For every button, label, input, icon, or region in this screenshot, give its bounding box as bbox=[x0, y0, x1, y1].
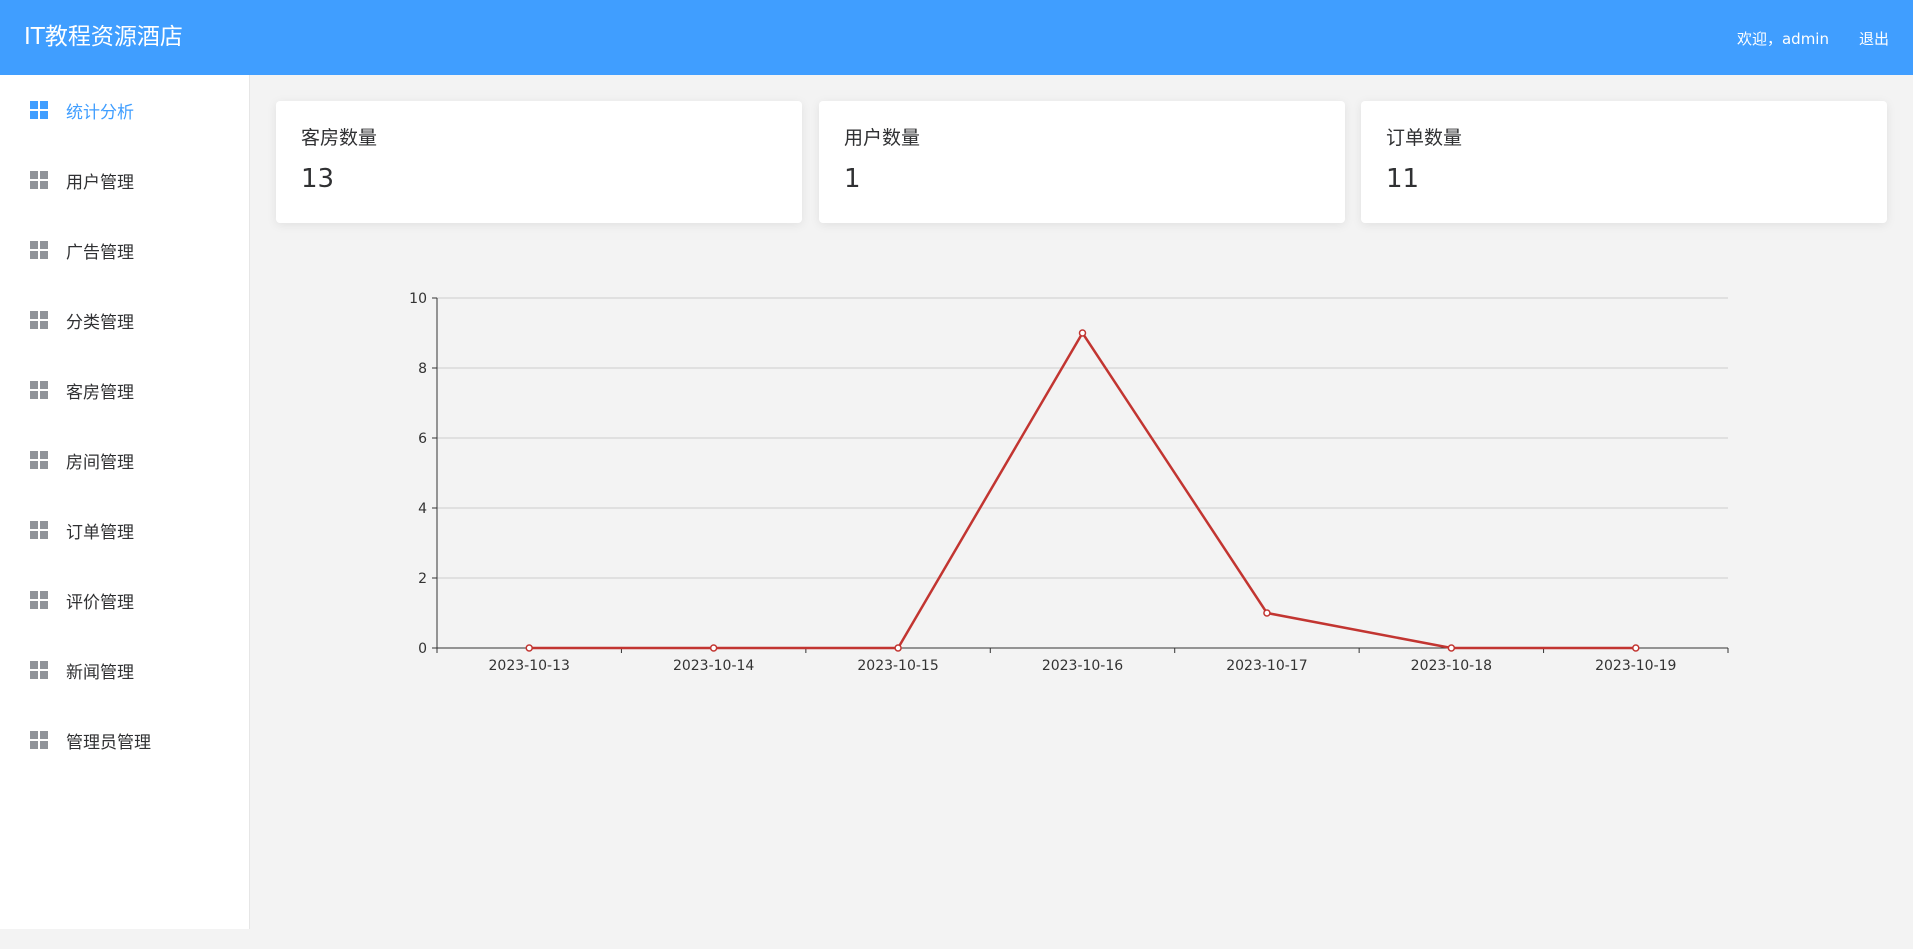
sidebar-item-reviews[interactable]: 评价管理 bbox=[0, 565, 249, 635]
sidebar-item-label: 广告管理 bbox=[66, 242, 134, 263]
sidebar-item-label: 订单管理 bbox=[66, 522, 134, 543]
y-tick-label: 6 bbox=[418, 431, 427, 447]
y-tick-label: 2 bbox=[418, 571, 427, 587]
grid-icon bbox=[30, 171, 48, 189]
data-point bbox=[1078, 329, 1087, 337]
sidebar-item-label: 用户管理 bbox=[66, 172, 134, 193]
line-chart-svg: 0 2 4 6 8 10 2023-10-13 2023-10-14 2023-10-15 202… bbox=[409, 291, 1729, 674]
sidebar-item-label: 客房管理 bbox=[66, 382, 134, 403]
stat-label: 用户数量 bbox=[844, 127, 921, 149]
header-actions: 欢迎，admin 退出 bbox=[1737, 28, 1889, 49]
sidebar-item-users[interactable]: 用户管理 bbox=[0, 145, 249, 215]
stat-card-orders: 订单数量 11 bbox=[1361, 101, 1887, 223]
data-point bbox=[1263, 609, 1271, 617]
x-tick-label: 2023-10-19 bbox=[1595, 658, 1676, 674]
data-point bbox=[525, 644, 533, 652]
stat-card-rooms: 客房数量 13 bbox=[276, 101, 802, 223]
y-tick-label: 8 bbox=[418, 361, 427, 377]
grid-icon bbox=[30, 311, 48, 329]
data-point bbox=[894, 644, 902, 652]
sidebar: 统计分析 用户管理 广告管理 分类管理 客房管理 房间管理 订单管理 评价管理 … bbox=[0, 75, 250, 929]
data-point bbox=[709, 644, 718, 652]
app-title: IT教程资源酒店 bbox=[24, 24, 183, 50]
data-point bbox=[1447, 644, 1456, 652]
sidebar-item-label: 评价管理 bbox=[66, 592, 134, 613]
sidebar-item-admins[interactable]: 管理员管理 bbox=[0, 705, 249, 775]
grid-icon bbox=[30, 101, 48, 119]
grid-icon bbox=[30, 451, 48, 469]
sidebar-item-label: 统计分析 bbox=[66, 102, 134, 123]
y-tick-label: 0 bbox=[418, 641, 427, 657]
stat-value: 1 bbox=[844, 164, 861, 194]
y-tick-label: 4 bbox=[418, 501, 427, 517]
grid-icon bbox=[30, 661, 48, 679]
stat-label: 订单数量 bbox=[1386, 127, 1463, 149]
orders-line-chart: 0 2 4 6 8 10 2023-10-13 2023-10-14 2023-10-15 202… bbox=[395, 280, 1745, 690]
grid-icon bbox=[30, 521, 48, 539]
stat-card-users: 用户数量 1 bbox=[819, 101, 1345, 223]
sidebar-item-ads[interactable]: 广告管理 bbox=[0, 215, 249, 285]
stat-value: 13 bbox=[301, 164, 335, 194]
sidebar-item-label: 分类管理 bbox=[66, 312, 134, 333]
sidebar-item-room-types[interactable]: 客房管理 bbox=[0, 355, 249, 425]
x-tick-label: 2023-10-15 bbox=[857, 658, 938, 674]
x-tick-label: 2023-10-14 bbox=[673, 658, 754, 674]
welcome-user: 欢迎，admin bbox=[1736, 30, 1829, 48]
x-tick-label: 2023-10-18 bbox=[1411, 658, 1492, 674]
logout-link[interactable]: 退出 bbox=[1859, 28, 1889, 49]
sidebar-item-news[interactable]: 新闻管理 bbox=[0, 635, 249, 705]
y-tick-label: 10 bbox=[409, 291, 427, 307]
sidebar-item-orders[interactable]: 订单管理 bbox=[0, 495, 249, 565]
x-tick-label: 2023-10-13 bbox=[489, 658, 570, 674]
sidebar-item-categories[interactable]: 分类管理 bbox=[0, 285, 249, 355]
data-point bbox=[1632, 644, 1640, 652]
sidebar-item-label: 房间管理 bbox=[66, 452, 134, 473]
x-tick-label: 2023-10-16 bbox=[1042, 658, 1123, 674]
sidebar-item-rooms[interactable]: 房间管理 bbox=[0, 425, 249, 495]
grid-icon bbox=[30, 591, 48, 609]
sidebar-item-label: 管理员管理 bbox=[66, 732, 151, 753]
sidebar-item-statistics[interactable]: 统计分析 bbox=[0, 75, 249, 145]
x-tick-label: 2023-10-17 bbox=[1226, 658, 1307, 674]
grid-icon bbox=[30, 731, 48, 749]
series-line bbox=[529, 330, 1636, 650]
stat-label: 客房数量 bbox=[301, 127, 378, 149]
stat-value: 11 bbox=[1386, 164, 1420, 194]
top-header: IT教程资源酒店 欢迎，admin 退出 bbox=[0, 0, 1913, 75]
grid-icon bbox=[30, 241, 48, 259]
sidebar-item-label: 新闻管理 bbox=[66, 662, 134, 683]
grid-icon bbox=[30, 381, 48, 399]
